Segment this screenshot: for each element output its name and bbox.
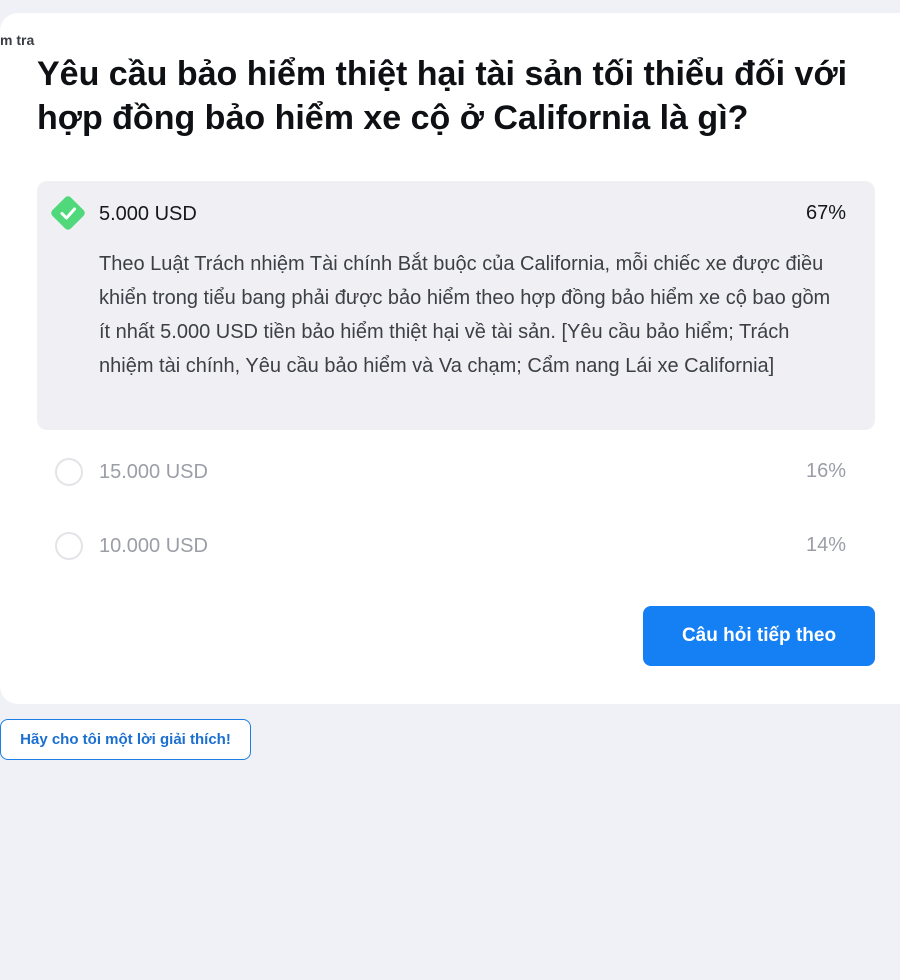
option-percent: 16% — [805, 460, 846, 482]
option-label: 5.000 USD — [99, 203, 197, 225]
answer-explanation: Theo Luật Trách nhiệm Tài chính Bắt buộc… — [99, 253, 831, 377]
header-fragment-text: m tra — [0, 32, 35, 48]
answer-option[interactable]: 10.000 USD 14% — [37, 519, 875, 569]
radio-empty-icon — [55, 532, 83, 560]
option-label: 10.000 USD — [99, 535, 208, 557]
option-percent: 14% — [805, 534, 846, 556]
quiz-card: m tra Yêu cầu bảo hiểm thiệt hại tài sản… — [0, 13, 900, 704]
answer-option[interactable]: 15.000 USD 16% — [37, 445, 875, 495]
check-mark-icon — [60, 207, 76, 220]
option-percent: 67% — [805, 202, 846, 224]
answer-option-correct[interactable]: 5.000 USD 67% Theo Luật Trách nhiệm Tài … — [37, 181, 875, 430]
next-question-button[interactable]: Câu hỏi tiếp theo — [643, 606, 875, 666]
explain-button[interactable]: Hãy cho tôi một lời giải thích! — [0, 719, 251, 760]
question-title: Yêu cầu bảo hiểm thiệt hại tài sản tối t… — [37, 55, 848, 137]
radio-empty-icon — [55, 458, 83, 486]
option-label: 15.000 USD — [99, 461, 208, 483]
